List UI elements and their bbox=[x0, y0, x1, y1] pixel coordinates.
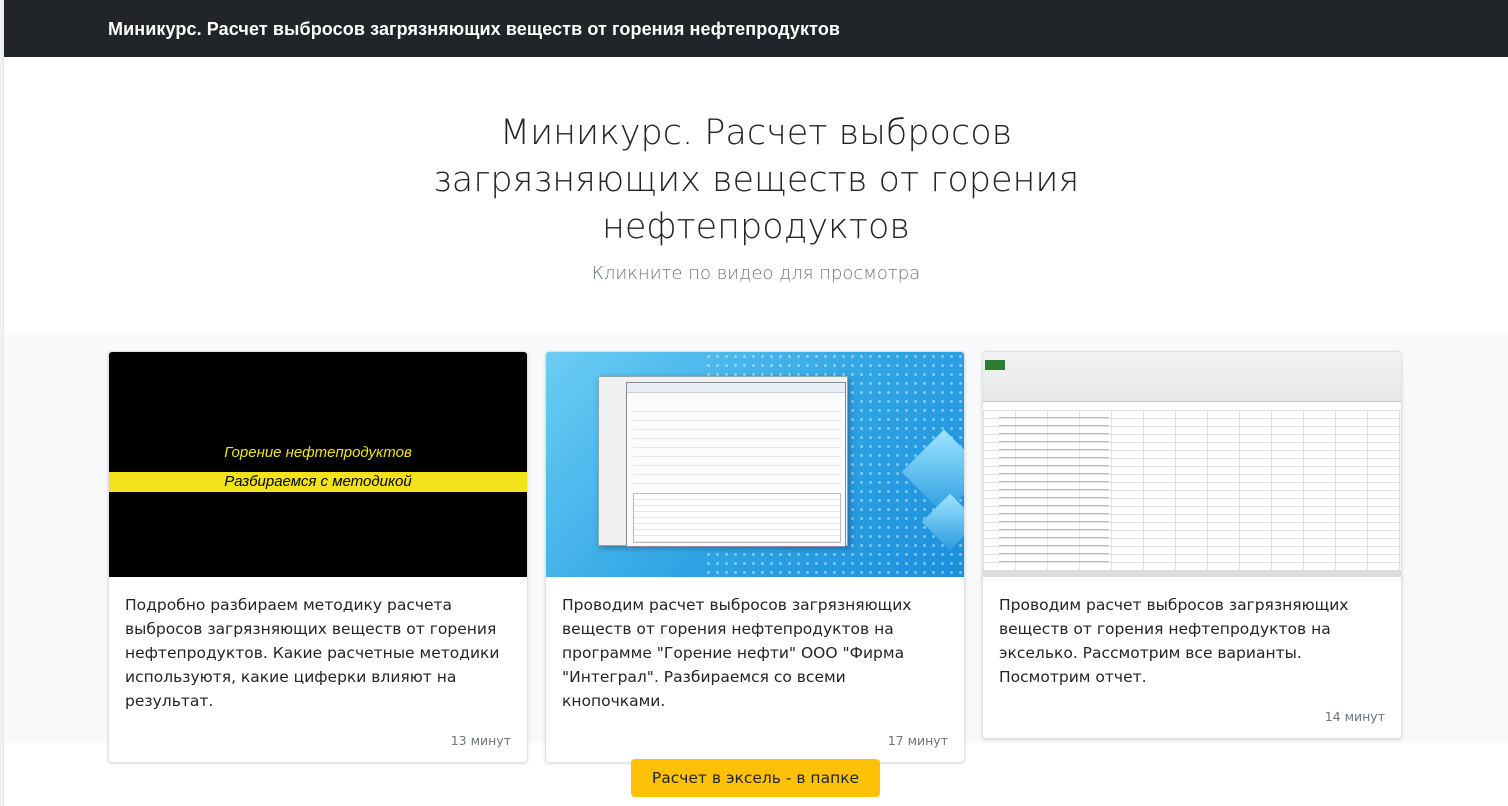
dialog-form bbox=[633, 403, 841, 488]
excel-folder-button[interactable]: Расчет в эксель - в папке excel bbox=[631, 759, 880, 806]
video-card-2[interactable]: Проводим расчет выбросов загрязняющих ве… bbox=[545, 351, 965, 763]
card-description: Подробно разбираем методику расчета выбр… bbox=[125, 596, 500, 710]
thumbnail-caption-top: Горение нефтепродуктов bbox=[224, 444, 412, 461]
card-description: Проводим расчет выбросов загрязняющих ве… bbox=[999, 596, 1349, 686]
video-thumbnail-3[interactable] bbox=[983, 352, 1401, 577]
thumbnail-excel-ribbon bbox=[983, 352, 1401, 402]
video-album: Горение нефтепродуктов Разбираемся с мет… bbox=[4, 335, 1508, 763]
video-duration: 13 минут bbox=[450, 733, 511, 748]
video-duration: 17 минут bbox=[887, 733, 948, 748]
video-thumbnail-1[interactable]: Горение нефтепродуктов Разбираемся с мет… bbox=[109, 352, 527, 577]
dialog-results-table bbox=[633, 493, 841, 543]
video-thumbnail-2[interactable] bbox=[546, 352, 964, 577]
top-navbar: Миникурс. Расчет выбросов загрязняющих в… bbox=[4, 0, 1508, 57]
page-subtitle: Кликните по видео для просмотра bbox=[591, 263, 921, 284]
video-card-1[interactable]: Горение нефтепродуктов Разбираемся с мет… bbox=[108, 351, 528, 763]
card-description: Проводим расчет выбросов загрязняющих ве… bbox=[562, 596, 912, 710]
thumbnail-spreadsheet-text bbox=[999, 414, 1109, 564]
thumbnail-caption-bottom: Разбираемся с методикой bbox=[224, 473, 412, 490]
video-card-3[interactable]: Проводим расчет выбросов загрязняющих ве… bbox=[982, 351, 1402, 739]
thumbnail-dialog-window bbox=[626, 382, 846, 547]
card-body: Проводим расчет выбросов загрязняющих ве… bbox=[983, 577, 1401, 738]
page-title: Миникурс. Расчет выбросов загрязняющих в… bbox=[432, 113, 1080, 247]
hero-section: Миникурс. Расчет выбросов загрязняющих в… bbox=[4, 57, 1508, 335]
card-body: Проводим расчет выбросов загрязняющих ве… bbox=[546, 577, 964, 762]
video-duration: 14 минут bbox=[1324, 709, 1385, 724]
navbar-brand-link[interactable]: Миникурс. Расчет выбросов загрязняющих в… bbox=[108, 19, 840, 40]
card-body: Подробно разбираем методику расчета выбр… bbox=[109, 577, 527, 762]
thumbnail-sheet-tabs bbox=[983, 570, 1401, 577]
dialog-titlebar bbox=[627, 383, 845, 393]
